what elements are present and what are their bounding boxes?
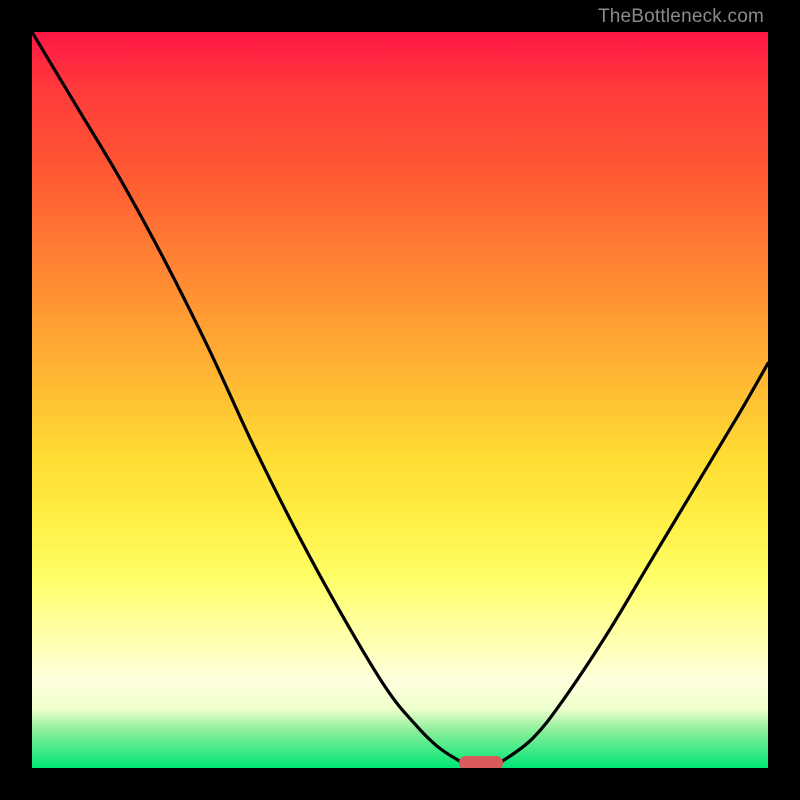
chart-frame: TheBottleneck.com: [0, 0, 800, 800]
minimum-marker: [459, 756, 503, 768]
plot-area: [32, 32, 768, 768]
watermark-text: TheBottleneck.com: [598, 6, 764, 28]
bottleneck-curve: [32, 32, 768, 768]
